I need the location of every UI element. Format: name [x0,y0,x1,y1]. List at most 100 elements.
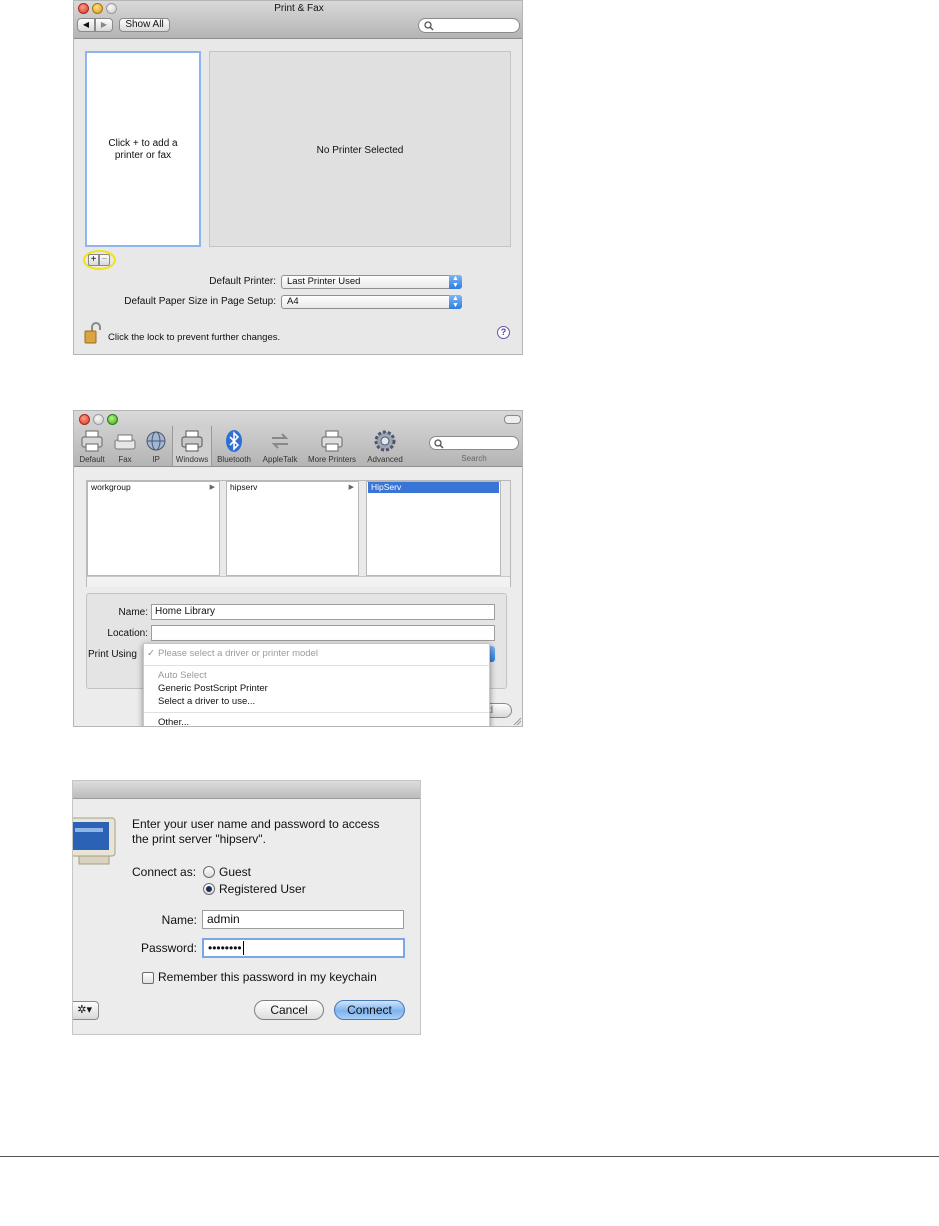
paper-size-value: A4 [287,296,299,307]
chevron-right-icon: ▶ [209,484,215,491]
browser-row[interactable]: workgroup ▶ [88,482,219,493]
resize-grip-icon [513,717,522,726]
resize-grip[interactable] [512,716,522,726]
column-item-label: HipServ [371,482,402,492]
print-using-label: Print Using [88,649,137,660]
printer-list[interactable]: Click + to add a printer or fax [85,51,201,247]
paper-size-label: Default Paper Size in Page Setup: [124,296,276,307]
guest-label[interactable]: Guest [219,865,251,879]
menu-item-auto-select[interactable]: Auto Select [158,670,207,681]
browser-column-1[interactable]: workgroup ▶ [87,481,220,576]
prompt-line-1: Enter your user name and password to acc… [132,817,380,831]
username-field[interactable]: admin [202,910,404,929]
browser-column-2[interactable]: hipserv ▶ [226,481,359,576]
registered-user-label[interactable]: Registered User [219,882,306,896]
menu-item-generic-postscript[interactable]: Generic PostScript Printer [158,683,268,694]
popup-arrows-icon: ▲ ▼ [449,275,462,289]
show-all-button[interactable]: Show All [119,18,170,32]
guest-radio[interactable] [203,866,215,878]
checkmark-icon: ✓ [147,648,155,659]
chevron-right-icon: ▶ [348,484,354,491]
column-item-label: workgroup [91,482,131,492]
toolbar-label: More Printers [307,455,356,464]
lock-text: Click the lock to prevent further change… [108,332,281,343]
toolbar-fax[interactable]: Fax [112,429,138,464]
search-icon [424,21,434,31]
add-printer-button[interactable]: + [88,254,99,266]
print-fax-window: Print & Fax ◀ ▶ Show All Click + to add … [73,0,523,355]
toolbar-label: IP [152,455,160,464]
toolbar-label: Windows [175,455,209,464]
menu-separator [144,665,489,666]
triangle-right-icon: ▶ [100,20,108,29]
appletalk-icon [271,433,289,449]
name-label: Name: [118,607,148,618]
search-field[interactable] [429,436,519,450]
back-button[interactable]: ◀ [77,18,95,32]
toolbar-label: Bluetooth [217,455,251,464]
minimize-button[interactable] [93,414,104,425]
connect-button[interactable]: Connect [334,1000,405,1020]
browser-row[interactable]: hipserv ▶ [227,482,358,493]
menu-item-other[interactable]: Other... [158,717,189,726]
add-printer-window: Default Fax IP Windows Bluetooth AppleTa… [73,410,523,727]
printer-name-field[interactable]: Home Library [151,604,495,620]
no-printer-text: No Printer Selected [316,145,404,156]
password-label: Password: [140,941,197,955]
lock-icon[interactable] [84,322,101,344]
toolbar-more-printers[interactable]: More Printers [305,429,359,464]
horizontal-scrollbar[interactable] [87,576,510,587]
browser-row-selected[interactable]: HipServ [368,482,499,493]
menu-item-placeholder[interactable]: Please select a driver or printer model [158,648,318,659]
globe-icon [146,431,166,451]
text-cursor [242,941,244,955]
zoom-button[interactable] [107,414,118,425]
default-printer-label: Default Printer: [209,276,276,287]
close-button[interactable] [79,414,90,425]
default-printer-popup[interactable]: Last Printer Used ▲ ▼ [281,275,462,289]
toolbar-bluetooth[interactable]: Bluetooth [214,429,254,464]
forward-button[interactable]: ▶ [95,18,113,32]
more-printers-icon [321,430,343,452]
default-printer-value: Last Printer Used [287,276,361,287]
print-using-menu[interactable]: ✓ Please select a driver or printer mode… [143,643,490,726]
search-label: Search [461,454,487,463]
window-title: Print & Fax [274,3,324,14]
help-button[interactable]: ? [497,326,510,339]
toolbar-ip[interactable]: IP [142,429,170,464]
column-item-label: hipserv [230,482,258,492]
toolbar-windows[interactable]: Windows [172,426,212,466]
network-computer-icon [73,817,116,865]
toolbar-advanced[interactable]: Advanced [363,429,407,464]
cancel-button[interactable]: Cancel [254,1000,324,1020]
title-bar: Print & Fax ◀ ▶ Show All [74,1,522,39]
search-field[interactable] [418,18,520,33]
remember-password-label[interactable]: Remember this password in my keychain [158,970,377,984]
search-icon [434,439,444,449]
remember-password-checkbox[interactable] [142,972,154,984]
location-field[interactable] [151,625,495,641]
menu-separator [144,712,489,713]
action-menu-button[interactable]: ✲▾ [73,1001,99,1020]
printer-icon [81,430,103,452]
toolbar-default[interactable]: Default [76,429,108,464]
registered-user-radio[interactable] [203,883,215,895]
gear-icon [374,430,396,452]
printer-detail-pane: No Printer Selected [209,51,511,247]
toolbar-appletalk[interactable]: AppleTalk [259,429,301,464]
empty-list-hint: Click + to add a printer or fax [108,138,178,161]
windows-printer-icon [181,430,203,452]
password-field[interactable]: •••••••• [202,938,405,958]
toolbar-area: Default Fax IP Windows Bluetooth AppleTa… [74,411,522,467]
page-divider [0,1156,939,1157]
paper-size-popup[interactable]: A4 ▲ ▼ [281,295,462,309]
login-dialog: Enter your user name and password to acc… [72,780,421,1035]
prompt-line-2: the print server "hipserv". [132,832,266,846]
connect-as-label: Connect as: [132,865,197,879]
remove-printer-button[interactable]: − [99,254,110,266]
name-label: Name: [161,913,197,927]
menu-item-select-driver[interactable]: Select a driver to use... [158,696,255,707]
toolbar-toggle-button[interactable] [504,415,521,424]
triangle-left-icon: ◀ [82,20,90,29]
browser-column-3[interactable]: HipServ [366,481,501,576]
